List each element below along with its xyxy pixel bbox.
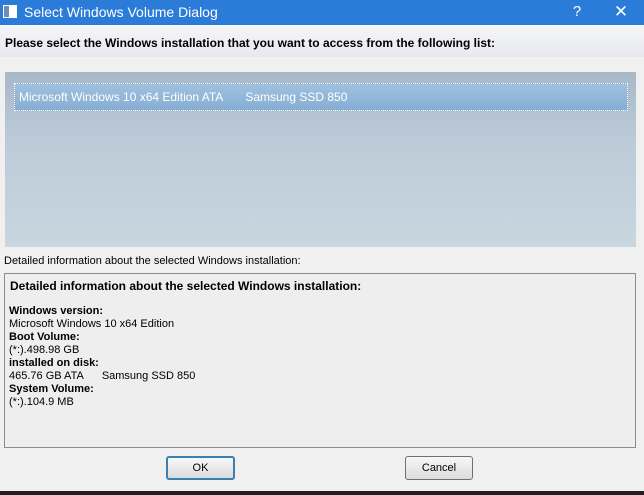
installed-on-disk-value: 465.76 GB ATA Samsung SSD 850 <box>9 370 195 383</box>
system-volume-key: System Volume: <box>9 383 94 395</box>
system-volume-value: (*:).104.9 MB <box>9 396 74 408</box>
boot-volume-value: (*:).498.98 GB <box>9 344 80 356</box>
selection-prompt: Please select the Windows installation t… <box>5 36 495 50</box>
window-title: Select Windows Volume Dialog <box>24 4 218 20</box>
details-content: Windows version: Microsoft Windows 10 x6… <box>9 305 195 409</box>
details-label: Detailed information about the selected … <box>4 255 301 267</box>
select-windows-volume-dialog: Select Windows Volume Dialog ? ✕ Please … <box>0 0 644 495</box>
close-button[interactable]: ✕ <box>598 0 644 25</box>
windows-installation-list[interactable]: Microsoft Windows 10 x64 Edition ATA Sams… <box>5 72 636 247</box>
boot-volume-key: Boot Volume: <box>9 331 80 343</box>
list-item-windows-installation[interactable]: Microsoft Windows 10 x64 Edition ATA Sams… <box>14 83 628 111</box>
installed-on-disk-key: installed on disk: <box>9 357 99 369</box>
windows-version-value: Microsoft Windows 10 x64 Edition <box>9 318 175 330</box>
windows-version-key: Windows version: <box>9 305 104 317</box>
ok-button[interactable]: OK <box>166 456 235 480</box>
app-window-icon <box>3 5 17 18</box>
details-panel: Detailed information about the selected … <box>4 273 636 448</box>
help-button[interactable]: ? <box>554 0 600 25</box>
help-icon: ? <box>572 3 582 20</box>
installation-name: Microsoft Windows 10 x64 Edition ATA <box>19 90 224 104</box>
taskbar-edge <box>0 491 644 495</box>
disk-model-value: Samsung SSD 850 <box>101 370 196 382</box>
disk-size-value: 465.76 GB ATA <box>9 370 84 382</box>
close-icon: ✕ <box>613 2 629 21</box>
details-heading: Detailed information about the selected … <box>10 279 362 293</box>
title-bar: Select Windows Volume Dialog ? ✕ <box>0 0 644 25</box>
prompt-header: Please select the Windows installation t… <box>0 25 644 57</box>
cancel-button[interactable]: Cancel <box>405 456 473 480</box>
installation-disk: Samsung SSD 850 <box>245 90 348 104</box>
